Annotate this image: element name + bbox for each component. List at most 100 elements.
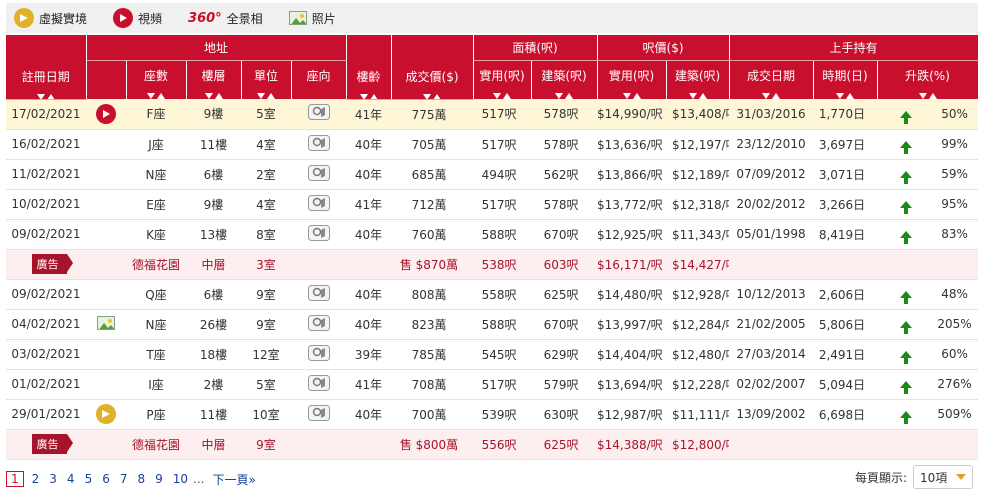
page-link-7[interactable]: 7: [120, 472, 128, 486]
ad-row[interactable]: 廣告 德福花園 中層 3室 售 $870萬 538呎 603呎 $16,171/呎 $14,42…: [6, 249, 979, 280]
ppf-gross-cell: $14,427/呎: [666, 249, 730, 280]
facing-cell[interactable]: [291, 339, 347, 370]
page-link-4[interactable]: 4: [67, 472, 75, 486]
video-icon[interactable]: [96, 103, 116, 124]
media-cell: [86, 129, 126, 160]
facing-cell[interactable]: [291, 129, 347, 160]
col-age[interactable]: 樓齡: [345, 35, 392, 100]
table-row[interactable]: 29/01/2021 P座 11樓 10室 40年 700萬 539呎 630呎 $12,987…: [6, 399, 979, 430]
estate-name[interactable]: 德福花園: [126, 249, 186, 280]
change-cell: 276%: [937, 369, 979, 400]
table-row[interactable]: 11/02/2021 N座 6樓 2室 40年 685萬 494呎 562呎 $13,866/呎…: [6, 159, 979, 190]
table-row[interactable]: 01/02/2021 I座 2樓 5室 41年 708萬 517呎 579呎 $13,694/呎…: [6, 369, 979, 400]
page-link-8[interactable]: 8: [137, 472, 145, 486]
sort-block-icon[interactable]: [127, 88, 186, 99]
page-link-3[interactable]: 3: [49, 472, 57, 486]
sort-gross-icon[interactable]: [532, 88, 597, 99]
sort-price-icon[interactable]: [392, 89, 473, 98]
change-cell: 83%: [937, 219, 979, 250]
location-icon[interactable]: [307, 194, 330, 211]
table-row[interactable]: 04/02/2021 N座 26樓 9室 40年 823萬 588呎 670呎 $13,997/…: [6, 309, 979, 340]
price-cell: 700萬: [391, 399, 474, 430]
ppf-gross-cell: $12,318/呎: [666, 189, 730, 220]
col-block[interactable]: 座數: [126, 60, 187, 99]
sort-prev-date-icon[interactable]: [730, 88, 813, 99]
table-row[interactable]: 03/02/2021 T座 18樓 12室 39年 785萬 545呎 629呎 $14,404…: [6, 339, 979, 370]
legend-photo[interactable]: 照片: [288, 10, 336, 27]
col-saleable[interactable]: 實用(呎): [473, 60, 532, 99]
location-icon[interactable]: [307, 314, 330, 331]
sort-saleable-icon[interactable]: [474, 88, 531, 99]
unit-cell: 4室: [241, 189, 291, 220]
facing-cell[interactable]: [291, 399, 347, 430]
page-link-9[interactable]: 9: [155, 472, 163, 486]
table-row[interactable]: 17/02/2021 F座 9樓 5室 41年 775萬 517呎 578呎 $14,990/呎…: [6, 99, 979, 130]
col-gross[interactable]: 建築(呎): [531, 60, 598, 99]
location-icon[interactable]: [307, 104, 330, 121]
col-unit[interactable]: 單位: [241, 60, 292, 99]
unit-cell: 5室: [241, 369, 291, 400]
change-cell: 50%: [937, 99, 979, 130]
change-cell: 95%: [937, 189, 979, 220]
facing-cell[interactable]: [291, 369, 347, 400]
per-page-select[interactable]: 10項: [913, 465, 973, 489]
sort-age-icon[interactable]: [347, 89, 390, 98]
location-icon[interactable]: [307, 404, 330, 421]
facing-cell[interactable]: [291, 219, 347, 250]
facing-cell[interactable]: [291, 279, 347, 310]
table-row[interactable]: 16/02/2021 J座 11樓 4室 40年 705萬 517呎 578呎 $13,636/…: [6, 129, 979, 160]
chevron-down-icon[interactable]: [956, 474, 966, 480]
facing-cell[interactable]: [291, 99, 347, 130]
col-prev-date[interactable]: 成交日期: [729, 60, 814, 99]
price-cell: 823萬: [391, 309, 474, 340]
change-cell: [937, 249, 979, 280]
page-link-2[interactable]: 2: [32, 472, 40, 486]
col-ppf-gross[interactable]: 建築(呎): [666, 60, 730, 99]
legend-video-label: 視頻: [138, 11, 163, 26]
location-icon[interactable]: [307, 134, 330, 151]
legend-video[interactable]: 視頻: [113, 8, 162, 28]
floor-cell: 11樓: [186, 129, 241, 160]
sort-period-icon[interactable]: [814, 88, 877, 99]
col-price[interactable]: 成交價($): [391, 35, 474, 100]
col-change[interactable]: 升跌(%): [877, 60, 979, 99]
page-link-6[interactable]: 6: [102, 472, 110, 486]
sort-ppf-gross-icon[interactable]: [667, 88, 729, 99]
vr-icon[interactable]: [96, 404, 116, 424]
col-reg-date[interactable]: 註冊日期: [6, 35, 87, 100]
page-link-1[interactable]: 1: [6, 471, 24, 487]
sort-change-icon[interactable]: [878, 88, 978, 99]
sort-unit-icon[interactable]: [242, 88, 291, 99]
next-page-link[interactable]: 下一頁»: [213, 471, 256, 488]
change-cell: 59%: [937, 159, 979, 190]
table-row[interactable]: 09/02/2021 K座 13樓 8室 40年 760萬 588呎 670呎 $12,925/…: [6, 219, 979, 250]
col-period[interactable]: 時期(日): [813, 60, 878, 99]
location-icon[interactable]: [307, 164, 330, 181]
media-cell[interactable]: [86, 99, 126, 130]
facing-cell[interactable]: [291, 159, 347, 190]
sort-floor-icon[interactable]: [187, 88, 241, 99]
photo-icon[interactable]: [97, 315, 115, 330]
per-page-label: 每頁顯示:: [854, 470, 907, 485]
location-icon[interactable]: [307, 374, 330, 391]
media-cell[interactable]: [86, 309, 126, 340]
estate-name[interactable]: 德福花園: [126, 429, 186, 460]
legend-360[interactable]: 360° 全景相: [188, 10, 263, 27]
sort-reg-date-icon[interactable]: [6, 89, 85, 98]
legend-vr[interactable]: 虛擬實境: [14, 8, 87, 28]
table-row[interactable]: 10/02/2021 E座 9樓 4室 41年 712萬 517呎 578呎 $13,772/呎…: [6, 189, 979, 220]
sort-ppf-saleable-icon[interactable]: [598, 88, 666, 99]
col-floor[interactable]: 樓層: [186, 60, 242, 99]
location-icon[interactable]: [307, 284, 330, 301]
facing-cell[interactable]: [291, 189, 347, 220]
floor-cell: 26樓: [186, 309, 241, 340]
page-link-5[interactable]: 5: [85, 472, 93, 486]
location-icon[interactable]: [307, 224, 330, 241]
ad-row[interactable]: 廣告 德福花園 中層 9室 售 $800萬 556呎 625呎 $14,388/呎 $12,80…: [6, 429, 979, 460]
page-link-10[interactable]: 10: [173, 472, 188, 486]
media-cell[interactable]: [86, 399, 126, 430]
col-ppf-saleable[interactable]: 實用(呎): [597, 60, 667, 99]
table-row[interactable]: 09/02/2021 Q座 6樓 9室 40年 808萬 558呎 625呎 $14,480/呎…: [6, 279, 979, 310]
location-icon[interactable]: [307, 344, 330, 361]
facing-cell[interactable]: [291, 309, 347, 340]
